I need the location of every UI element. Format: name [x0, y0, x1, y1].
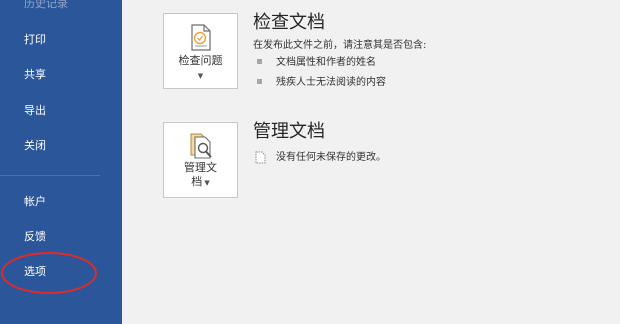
manage-button-label-line1: 管理文 — [184, 161, 217, 174]
inspect-document-button[interactable]: 检查问题 ▼ — [163, 13, 238, 89]
inspect-bullet-2: 残疾人士无法阅读的内容 — [276, 77, 386, 88]
manage-status-text: 没有任何未保存的更改。 — [276, 152, 386, 163]
bullet-icon — [257, 79, 262, 84]
document-page-icon — [255, 151, 266, 164]
manage-button-label-line2: 档 — [191, 175, 203, 188]
caret-down-icon: ▼ — [202, 179, 210, 187]
inspect-title: 检查文档 — [253, 12, 325, 33]
caret-down-icon: ▼ — [197, 72, 204, 80]
document-check-icon — [191, 24, 211, 51]
sidebar-item-export[interactable]: 导出 — [24, 104, 46, 118]
document-search-icon — [190, 133, 212, 159]
sidebar-item-print[interactable]: 打印 — [24, 33, 46, 47]
manage-document-button[interactable]: 管理文 档 ▼ — [163, 122, 238, 198]
options-highlight-circle — [1, 252, 97, 294]
sidebar-item-feedback[interactable]: 反馈 — [24, 230, 46, 244]
sidebar-divider — [0, 175, 100, 176]
manage-title: 管理文档 — [253, 121, 325, 142]
backstage-sidebar: 历史记录 打印 共享 导出 关闭 帐户 反馈 选项 — [0, 0, 122, 324]
inspect-description: 在发布此文件之前，请注意其是否包含: — [253, 40, 427, 51]
inspect-button-label: 检查问题 — [178, 54, 223, 67]
inspect-bullet-1: 文档属性和作者的姓名 — [276, 57, 376, 68]
sidebar-item-account[interactable]: 帐户 — [24, 195, 46, 209]
sidebar-item-history[interactable]: 历史记录 — [24, 0, 68, 11]
sidebar-item-share[interactable]: 共享 — [24, 68, 46, 82]
bullet-icon — [257, 59, 262, 64]
sidebar-item-close[interactable]: 关闭 — [24, 139, 46, 153]
manage-button-label-line2-wrap: 档 ▼ — [164, 175, 237, 190]
